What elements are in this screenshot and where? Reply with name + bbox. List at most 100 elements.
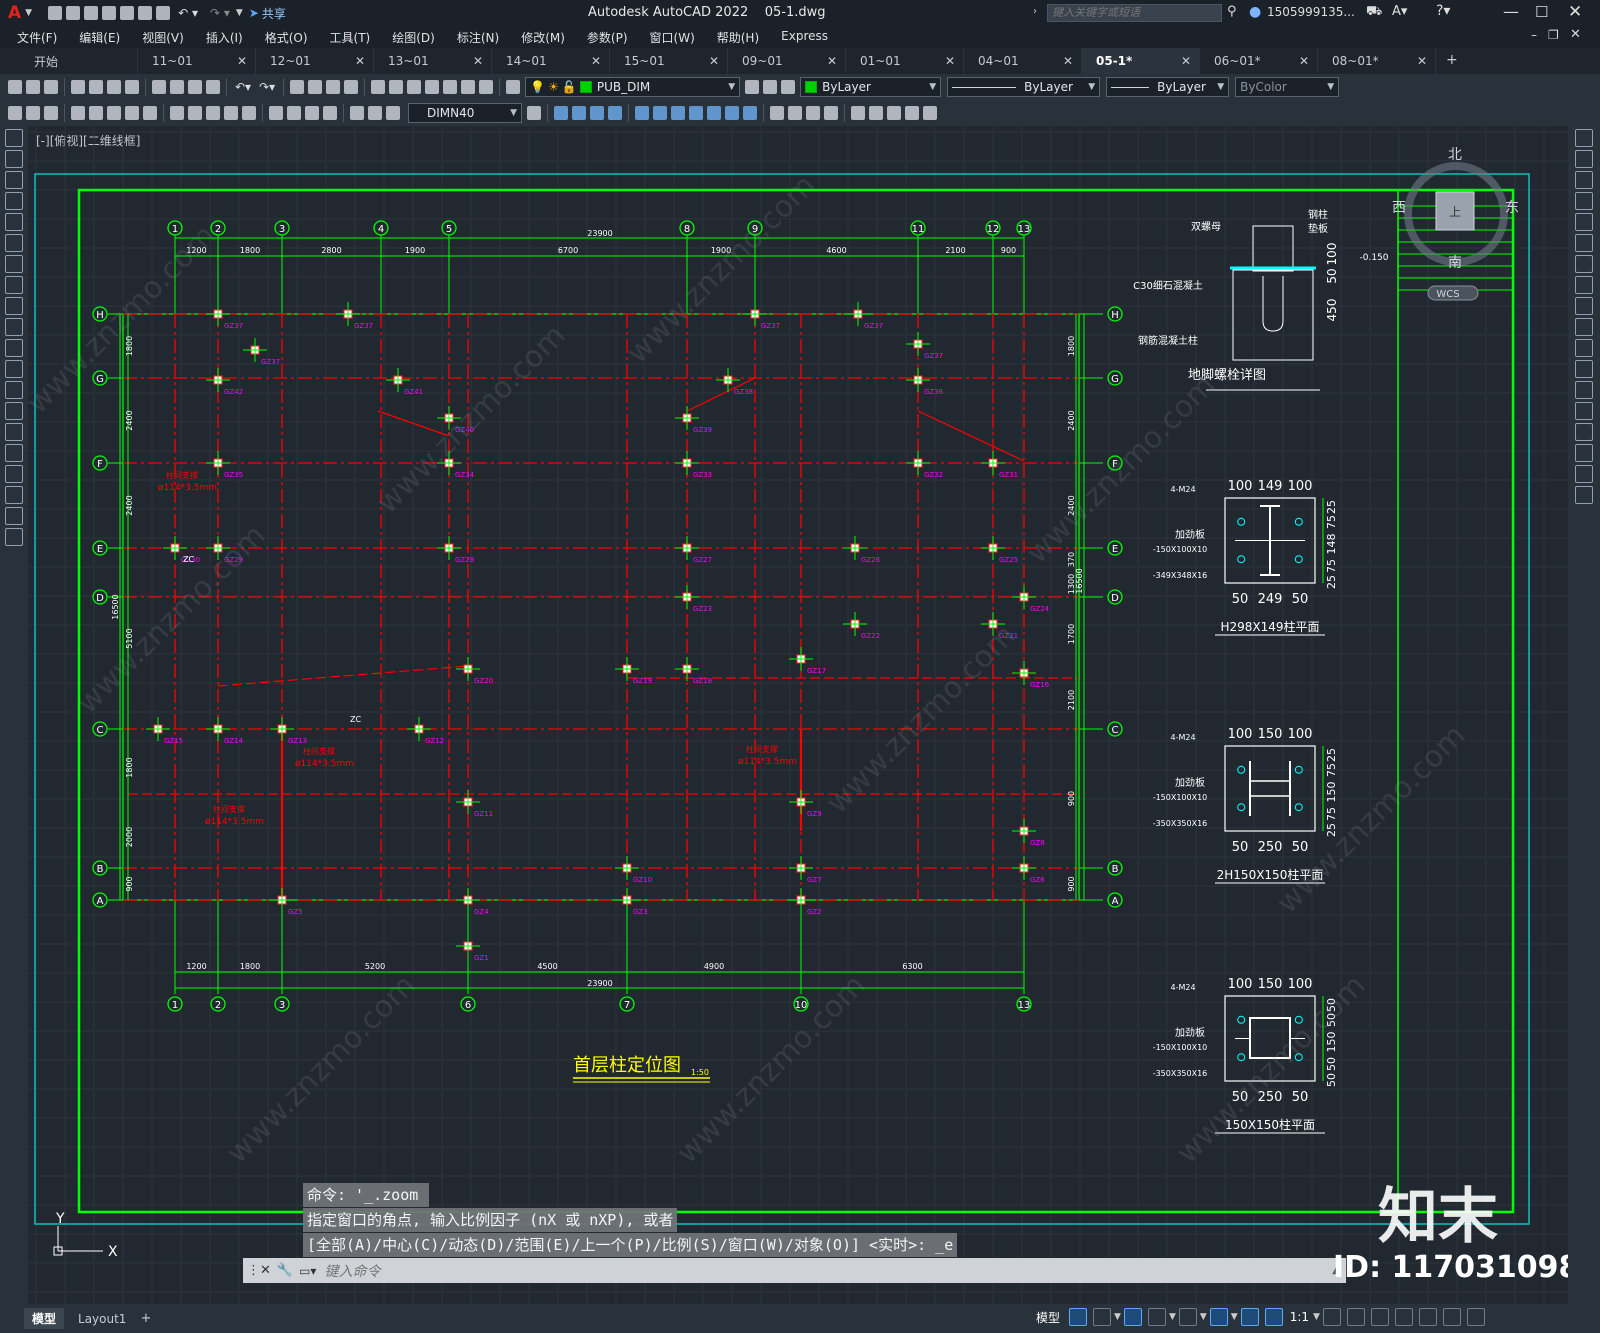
share-button[interactable]: 共享 xyxy=(262,5,286,22)
gradient-icon[interactable] xyxy=(5,444,23,462)
close-tab-icon[interactable]: ✕ xyxy=(709,54,719,68)
jogged-linear-icon[interactable] xyxy=(323,106,337,120)
customize-arrow-icon[interactable]: ▼ xyxy=(236,8,243,18)
dim-linear-icon[interactable] xyxy=(8,106,22,120)
xline-icon[interactable] xyxy=(5,150,23,168)
undo-tool-icon[interactable]: ↶▾ xyxy=(235,80,251,94)
menu-item[interactable]: 标注(N) xyxy=(446,29,510,46)
doc-minimize-icon[interactable]: – xyxy=(1531,28,1537,42)
ucs-icon[interactable] xyxy=(851,106,865,120)
table-icon[interactable] xyxy=(5,486,23,504)
redo-tool-icon[interactable]: ↷▾ xyxy=(259,80,275,94)
linetype-dropdown[interactable]: ByLayer ▼ xyxy=(947,77,1101,97)
3d-sweep-icon[interactable] xyxy=(725,106,739,120)
command-customize-icon[interactable]: 🔧 xyxy=(277,1263,293,1278)
search-expand-icon[interactable]: › xyxy=(1033,6,1037,17)
ellipse-arc-icon[interactable] xyxy=(5,339,23,357)
command-input[interactable] xyxy=(324,1260,1333,1281)
dim-baseline-icon[interactable] xyxy=(188,106,202,120)
subtract-icon[interactable] xyxy=(788,106,802,120)
3d-box-icon[interactable] xyxy=(554,106,568,120)
dim-text-edit-icon[interactable] xyxy=(368,106,382,120)
osnap-icon[interactable] xyxy=(1209,1308,1228,1326)
quickcalc-icon[interactable] xyxy=(461,80,476,94)
dim-update-icon[interactable] xyxy=(386,106,400,120)
file-tab[interactable]: 13~01 ✕ xyxy=(374,48,492,74)
dim-aligned-icon[interactable] xyxy=(26,106,40,120)
close-tab-icon[interactable]: ✕ xyxy=(591,54,601,68)
layer-previous-icon[interactable] xyxy=(763,80,778,94)
inspect-icon[interactable] xyxy=(305,106,319,120)
3dprint-icon[interactable] xyxy=(125,80,139,94)
explode-icon[interactable] xyxy=(1575,486,1593,504)
slice-icon[interactable] xyxy=(824,106,838,120)
3d-torus-icon[interactable] xyxy=(653,106,667,120)
line-icon[interactable] xyxy=(5,129,23,147)
scale-menu-icon[interactable]: ▼ xyxy=(1313,1312,1320,1322)
saveas-icon[interactable] xyxy=(102,6,117,20)
circle-icon[interactable] xyxy=(5,255,23,273)
3d-sphere-icon[interactable] xyxy=(608,106,622,120)
3d-extrude-icon[interactable] xyxy=(689,106,703,120)
matchprop-icon[interactable] xyxy=(206,80,220,94)
polar-icon[interactable] xyxy=(1147,1308,1166,1326)
union-icon[interactable] xyxy=(770,106,784,120)
zoom-realtime-icon[interactable] xyxy=(308,80,323,94)
3d-loft-icon[interactable] xyxy=(743,106,757,120)
menu-item[interactable]: 格式(O) xyxy=(254,29,319,46)
osnap-menu-icon[interactable]: ▼ xyxy=(1231,1312,1238,1322)
menu-item[interactable]: 帮助(H) xyxy=(706,29,770,46)
snap-icon[interactable] xyxy=(1093,1308,1112,1326)
join-icon[interactable] xyxy=(1575,402,1593,420)
dim-break-icon[interactable] xyxy=(242,106,256,120)
zoom-previous-icon[interactable] xyxy=(344,80,359,94)
point-icon[interactable] xyxy=(5,402,23,420)
layer-manager-icon[interactable] xyxy=(506,80,521,94)
extend-icon[interactable] xyxy=(1575,339,1593,357)
dim-radius-icon[interactable] xyxy=(89,106,103,120)
tolerance-icon[interactable] xyxy=(269,106,283,120)
hatch-icon[interactable] xyxy=(5,423,23,441)
polygon-icon[interactable] xyxy=(5,192,23,210)
file-tab[interactable]: 开始 xyxy=(20,48,138,74)
region-icon[interactable] xyxy=(5,465,23,483)
make-current-icon[interactable] xyxy=(745,80,760,94)
doc-restore-icon[interactable]: ❐ xyxy=(1548,28,1559,42)
qdim-icon[interactable] xyxy=(170,106,184,120)
close-tab-icon[interactable]: ✕ xyxy=(473,54,483,68)
snap-menu-icon[interactable]: ▼ xyxy=(1114,1312,1121,1322)
insert-block-icon[interactable] xyxy=(5,360,23,378)
markup-icon[interactable] xyxy=(443,80,458,94)
trim-icon[interactable] xyxy=(1575,318,1593,336)
dim-continue-icon[interactable] xyxy=(206,106,220,120)
qnew-icon[interactable] xyxy=(8,80,22,94)
sheetset-icon[interactable] xyxy=(425,80,440,94)
3d-pyramid-icon[interactable] xyxy=(671,106,685,120)
offset-icon[interactable] xyxy=(1575,192,1593,210)
units-icon[interactable] xyxy=(1370,1308,1389,1326)
file-tab[interactable]: 09~01 ✕ xyxy=(728,48,846,74)
intersect-icon[interactable] xyxy=(806,106,820,120)
center-mark-icon[interactable] xyxy=(287,106,301,120)
model-space[interactable]: [-][俯视][二维线框] 1200 1800 2800 1900 6700 1900 46… xyxy=(28,126,1568,1304)
rectangle-icon[interactable] xyxy=(5,213,23,231)
print-icon[interactable] xyxy=(156,6,171,20)
ortho-icon[interactable] xyxy=(1123,1308,1142,1326)
menu-item[interactable]: 文件(F) xyxy=(6,29,68,46)
lineweight-dropdown[interactable]: ByLayer ▼ xyxy=(1106,77,1230,97)
dim-edit-icon[interactable] xyxy=(350,106,364,120)
open-icon[interactable] xyxy=(66,6,81,20)
break-icon[interactable] xyxy=(1575,381,1593,399)
toolpalettes-icon[interactable] xyxy=(407,80,422,94)
quick-properties-icon[interactable] xyxy=(1394,1308,1413,1326)
cart-icon[interactable]: ⛟ xyxy=(1366,4,1382,21)
help-icon[interactable]: ?▾ xyxy=(1436,3,1450,19)
paste-icon[interactable] xyxy=(188,80,202,94)
dim-arc-icon[interactable] xyxy=(44,106,58,120)
file-tab[interactable]: 08~01* ✕ xyxy=(1318,48,1436,74)
break-at-point-icon[interactable] xyxy=(1575,360,1593,378)
dim-ordinate-icon[interactable] xyxy=(71,106,85,120)
spline-icon[interactable] xyxy=(5,297,23,315)
dim-angular-icon[interactable] xyxy=(143,106,157,120)
customization-icon[interactable] xyxy=(1466,1308,1485,1326)
